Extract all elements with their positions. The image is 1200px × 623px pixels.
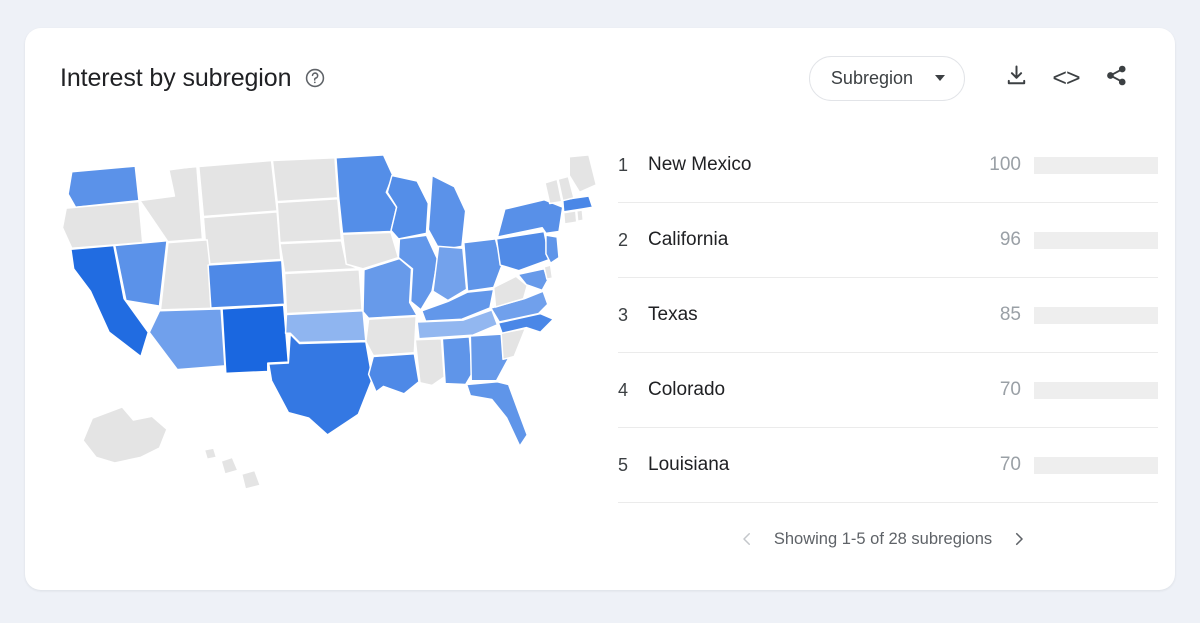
rank-number: 1	[618, 154, 629, 175]
rank-number: 5	[618, 454, 629, 475]
map-state-CO[interactable]	[207, 259, 286, 309]
map-state-PA[interactable]	[495, 230, 551, 272]
map-state-MO[interactable]	[362, 257, 418, 320]
download-button[interactable]	[991, 56, 1041, 100]
map-state-AR[interactable]	[365, 315, 417, 357]
bar-track	[1034, 381, 1158, 399]
rank-number: 2	[618, 229, 629, 250]
download-icon	[1004, 63, 1029, 93]
subregion-name: Louisiana	[648, 454, 730, 475]
subregion-value: 85	[999, 304, 1021, 325]
us-map-svg	[61, 154, 598, 490]
page-title: Interest by subregion	[60, 63, 292, 92]
bar-track	[1034, 306, 1158, 324]
map-state-IN[interactable]	[432, 245, 468, 302]
map-state-LA[interactable]	[367, 352, 420, 395]
map-state-ND[interactable]	[271, 156, 339, 203]
title-group: Interest by subregion	[60, 64, 326, 93]
header-tools: Subregion <>	[808, 55, 1141, 101]
subregion-name: New Mexico	[648, 154, 752, 175]
map-state-HI[interactable]	[203, 447, 218, 460]
map-state-AK[interactable]	[82, 406, 168, 464]
share-icon	[1104, 63, 1129, 93]
map-state-AL[interactable]	[441, 336, 473, 386]
map-state-ME[interactable]	[568, 154, 598, 194]
help-circle-icon[interactable]	[304, 67, 326, 89]
subregion-name: California	[648, 229, 729, 250]
rank-number: 3	[618, 304, 629, 325]
subregion-value: 96	[999, 229, 1021, 250]
map-state-HI-3[interactable]	[240, 469, 262, 490]
subregion-value: 70	[999, 379, 1021, 400]
table-row[interactable]: 2 California 96	[618, 203, 1158, 278]
bar-track	[1034, 156, 1158, 174]
subregion-select-label: Subregion	[830, 67, 913, 88]
code-embed-icon: <>	[1052, 63, 1080, 92]
subregion-select[interactable]: Subregion	[808, 55, 965, 101]
next-page-button[interactable]	[1006, 526, 1032, 552]
map-state-SD[interactable]	[276, 198, 343, 244]
map-state-WA[interactable]	[67, 165, 140, 208]
embed-button[interactable]: <>	[1041, 56, 1091, 100]
subregion-list: 1 New Mexico 100 2 California 96 3 Texas…	[618, 128, 1158, 575]
map-state-RI[interactable]	[575, 209, 585, 222]
map-state-NJ[interactable]	[545, 234, 560, 264]
map-state-OR[interactable]	[61, 200, 144, 250]
map-state-KS[interactable]	[283, 268, 363, 315]
map-state-AZ[interactable]	[148, 308, 226, 371]
share-button[interactable]	[1091, 56, 1141, 100]
subregion-name: Colorado	[648, 379, 726, 400]
table-row[interactable]: 1 New Mexico 100	[618, 128, 1158, 203]
map-state-OK[interactable]	[284, 310, 367, 344]
map-state-OH[interactable]	[463, 238, 503, 292]
subregion-value: 70	[999, 454, 1021, 475]
map-state-MS[interactable]	[414, 338, 445, 387]
card-header: Interest by subregion Subregion <>	[25, 28, 1175, 128]
map-state-CT[interactable]	[562, 210, 578, 225]
subregion-value: 100	[989, 154, 1021, 175]
pagination: Showing 1-5 of 28 subregions	[608, 503, 1158, 575]
map-state-MN[interactable]	[335, 154, 398, 235]
map-state-WY[interactable]	[202, 211, 282, 265]
map-state-ID[interactable]	[139, 165, 204, 243]
bar-track	[1034, 231, 1158, 249]
map-state-NY[interactable]	[496, 198, 564, 238]
table-row[interactable]: 4 Colorado 70	[618, 353, 1158, 428]
us-choropleth-map[interactable]	[55, 136, 615, 536]
interest-by-subregion-card: Interest by subregion Subregion <> 1 New…	[25, 28, 1175, 590]
chevron-down-icon	[935, 75, 945, 81]
map-state-MI[interactable]	[427, 174, 467, 251]
pagination-label: Showing 1-5 of 28 subregions	[773, 529, 993, 548]
table-row[interactable]: 5 Louisiana 70	[618, 428, 1158, 503]
bar-track	[1034, 456, 1158, 474]
map-state-FL[interactable]	[465, 380, 529, 447]
subregion-name: Texas	[648, 304, 698, 325]
prev-page-button[interactable]	[734, 526, 760, 552]
map-state-HI-2[interactable]	[220, 456, 239, 475]
table-row[interactable]: 3 Texas 85	[618, 278, 1158, 353]
rank-number: 4	[618, 379, 629, 400]
